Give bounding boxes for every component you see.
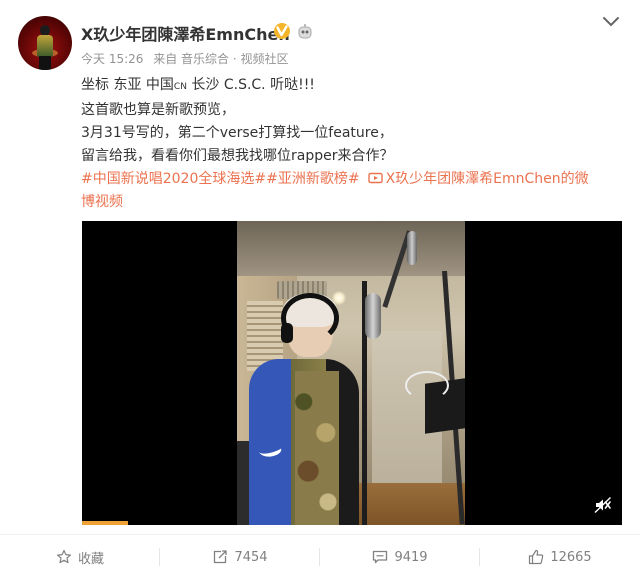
- comment-icon: [373, 550, 388, 564]
- repost-icon: [214, 550, 228, 564]
- hashtag-links[interactable]: #中国新说唱2020全球海选##亚洲新歌榜#: [81, 171, 360, 187]
- post-source[interactable]: 来自 音乐综合 · 视频社区: [153, 52, 288, 66]
- favorite-button[interactable]: 收藏: [0, 535, 160, 579]
- video-link-text-continued[interactable]: 博视频: [81, 191, 626, 214]
- post-content: 坐标 东亚 中国CN 长沙 C.S.C. 听哒!!! 这首歌也算是新歌预览， 3…: [81, 74, 626, 214]
- favorite-label: 收藏: [77, 551, 104, 567]
- comment-button[interactable]: 9419: [320, 535, 480, 579]
- post-meta: 今天 15:26 来自 音乐综合 · 视频社区: [81, 50, 295, 67]
- post-time[interactable]: 今天 15:26: [81, 52, 143, 66]
- robot-member-icon[interactable]: [296, 24, 314, 40]
- repost-count: 7454: [234, 549, 268, 565]
- like-button[interactable]: 12665: [480, 535, 640, 579]
- username-link[interactable]: X玖少年团陳澤希EmnChen: [81, 21, 290, 45]
- comment-count: 9419: [394, 549, 428, 565]
- post-tags-line: #中国新说唱2020全球海选##亚洲新歌榜# X玖少年团陳澤希EmnChen的微: [81, 168, 626, 191]
- video-player[interactable]: [82, 221, 622, 525]
- country-code: CN: [173, 82, 187, 92]
- video-frame: [237, 221, 465, 525]
- post-line-2: 这首歌也算是新歌预览，: [81, 102, 235, 118]
- video-link-icon: [367, 172, 383, 184]
- repost-button[interactable]: 7454: [160, 535, 320, 579]
- action-bar: 收藏 7454 9419 12665: [0, 535, 640, 579]
- star-icon: [56, 549, 71, 564]
- chevron-down-icon[interactable]: [602, 16, 620, 28]
- like-count: 12665: [550, 549, 592, 565]
- volume-muted-icon[interactable]: [594, 496, 612, 514]
- thumbs-up-icon: [529, 549, 544, 565]
- video-progress-bar[interactable]: [82, 521, 128, 525]
- user-avatar[interactable]: [18, 16, 72, 70]
- post-line-1: 坐标 东亚 中国CN 长沙 C.S.C. 听哒!!!: [81, 77, 315, 93]
- verified-gold-v-icon: [274, 23, 290, 39]
- weibo-post-card: X玖少年团陳澤希EmnChen 今天 15:26 来自 音乐综合 · 视频社区 …: [0, 0, 640, 579]
- post-line-4: 留言给我，看看你们最想我找哪位rapper来合作？: [81, 148, 394, 164]
- video-link-text[interactable]: X玖少年团陳澤希EmnChen的微: [386, 171, 589, 187]
- post-line-3: 3月31号写的，第二个verse打算找一位feature，: [81, 125, 393, 141]
